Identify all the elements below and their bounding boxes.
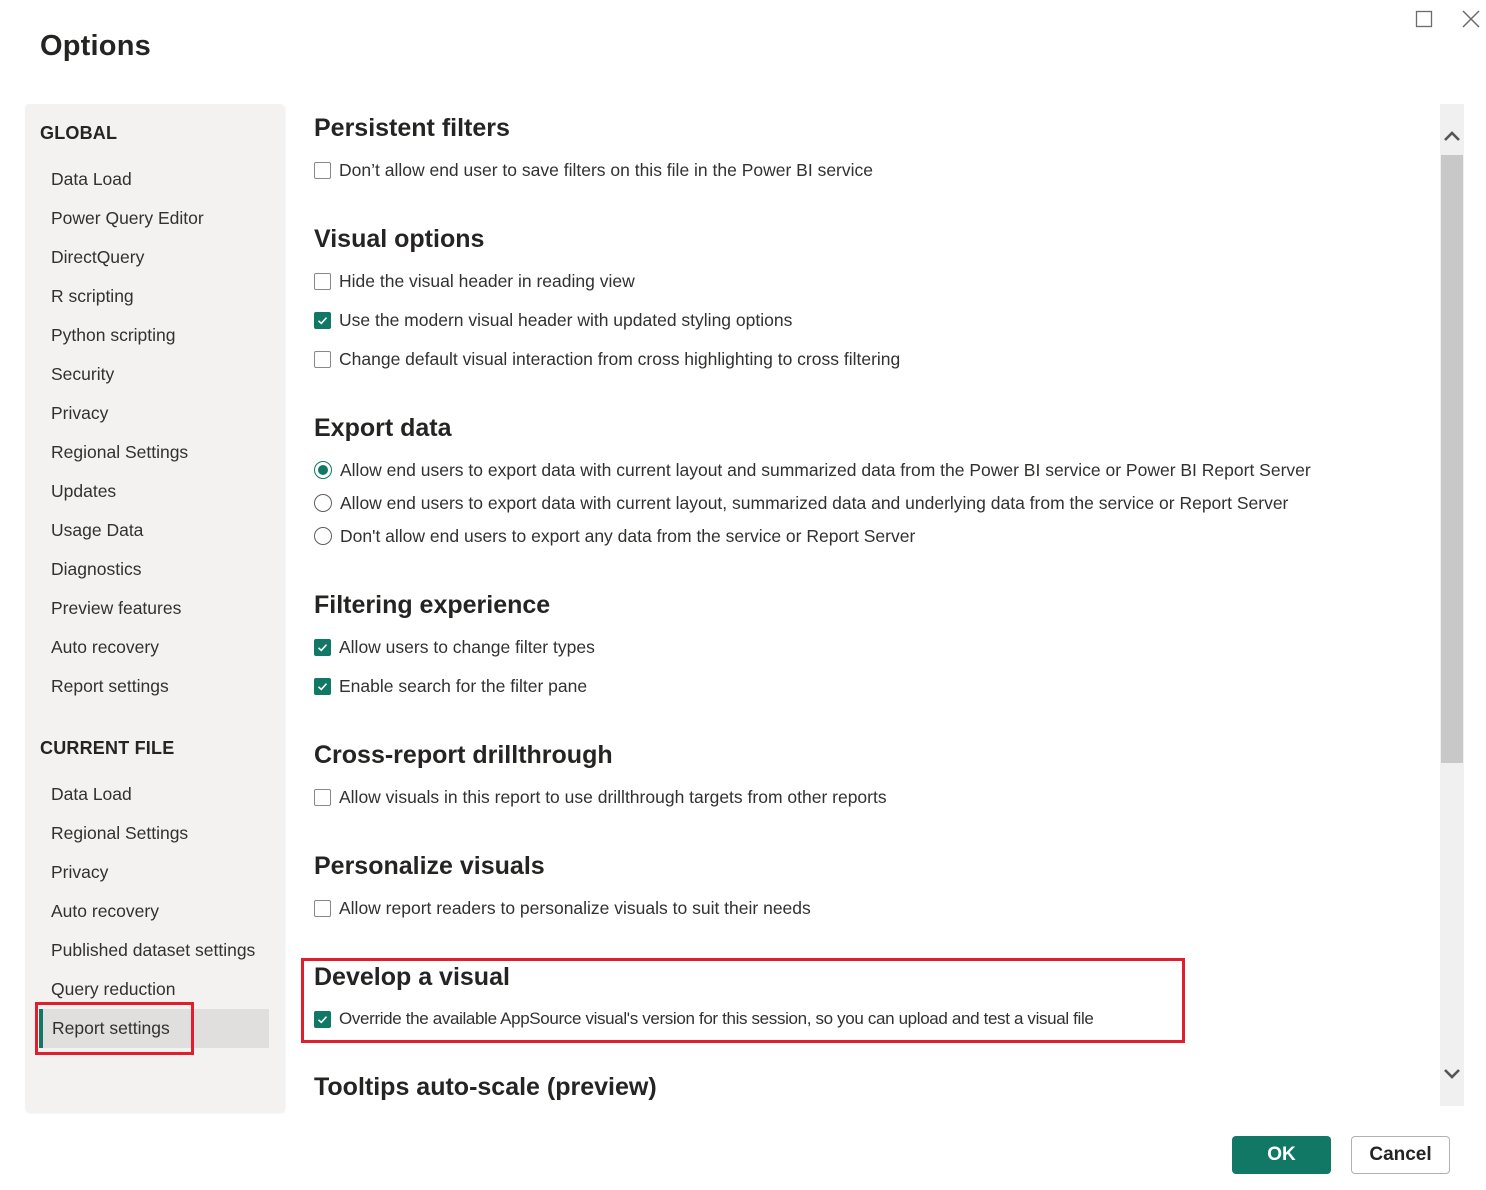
option-change-filter-types[interactable]: Allow users to change filter types — [314, 635, 595, 659]
section-title-persistent-filters: Persistent filters — [314, 114, 510, 142]
section-title-cross-report-drillthrough: Cross-report drillthrough — [314, 741, 613, 769]
maximize-icon — [1415, 10, 1433, 28]
sidebar-item-current-report-settings[interactable]: Report settings — [39, 1009, 269, 1048]
sidebar-heading-global: GLOBAL — [40, 123, 118, 143]
option-cross-filtering-default[interactable]: Change default visual interaction from c… — [314, 347, 900, 371]
cancel-button[interactable]: Cancel — [1351, 1136, 1450, 1174]
content-scrollbar[interactable] — [1440, 104, 1464, 1106]
sidebar-item-current-query-reduction[interactable]: Query reduction — [39, 970, 269, 1009]
radio-button[interactable] — [314, 494, 332, 512]
sidebar-item-current-auto-recovery[interactable]: Auto recovery — [39, 892, 269, 931]
sidebar-item-current-regional-settings[interactable]: Regional Settings — [39, 814, 269, 853]
checkmark-icon — [317, 643, 328, 652]
ok-button[interactable]: OK — [1232, 1136, 1331, 1174]
section-title-personalize-visuals: Personalize visuals — [314, 852, 545, 880]
section-title-visual-options: Visual options — [314, 225, 485, 253]
close-button[interactable] — [1458, 8, 1482, 32]
option-cross-report-drillthrough[interactable]: Allow visuals in this report to use dril… — [314, 785, 887, 809]
checkbox-checked[interactable] — [314, 1010, 331, 1028]
section-title-export-data: Export data — [314, 414, 452, 442]
sidebar-item-current-data-load[interactable]: Data Load — [39, 775, 269, 814]
chevron-up-icon — [1444, 131, 1460, 141]
checkbox[interactable] — [314, 350, 331, 368]
settings-content: Persistent filters Don’t allow end user … — [286, 104, 1438, 1108]
sidebar-item-global-updates[interactable]: Updates — [39, 472, 269, 511]
checkmark-icon — [317, 1015, 328, 1024]
option-override-appsource-version[interactable]: Override the available AppSource visual'… — [314, 1007, 1094, 1031]
sidebar-item-global-directquery[interactable]: DirectQuery — [39, 238, 269, 277]
chevron-down-icon — [1444, 1069, 1460, 1079]
scroll-thumb[interactable] — [1441, 155, 1463, 763]
checkbox[interactable] — [314, 899, 331, 917]
sidebar-item-global-r-scripting[interactable]: R scripting — [39, 277, 269, 316]
maximize-button[interactable] — [1412, 8, 1436, 32]
scroll-down-button[interactable] — [1440, 1064, 1464, 1084]
radio-button[interactable] — [314, 527, 332, 545]
sidebar-item-global-python-scripting[interactable]: Python scripting — [39, 316, 269, 355]
close-icon — [1462, 10, 1480, 28]
checkbox-checked[interactable] — [314, 638, 331, 656]
checkbox-checked[interactable] — [314, 677, 331, 695]
sidebar-item-global-data-load[interactable]: Data Load — [39, 160, 269, 199]
dialog-title: Options — [40, 30, 151, 62]
checkbox[interactable] — [314, 788, 331, 806]
sidebar-item-global-usage-data[interactable]: Usage Data — [39, 511, 269, 550]
section-title-develop-a-visual: Develop a visual — [314, 963, 510, 991]
section-title-filtering-experience: Filtering experience — [314, 591, 551, 619]
option-hide-visual-header[interactable]: Hide the visual header in reading view — [314, 269, 635, 293]
sidebar-item-global-diagnostics[interactable]: Diagnostics — [39, 550, 269, 589]
sidebar-item-global-auto-recovery[interactable]: Auto recovery — [39, 628, 269, 667]
option-disallow-save-filters[interactable]: Don’t allow end user to save filters on … — [314, 158, 873, 182]
sidebar-item-global-regional-settings[interactable]: Regional Settings — [39, 433, 269, 472]
checkbox[interactable] — [314, 272, 331, 290]
checkbox-checked[interactable] — [314, 311, 331, 329]
sidebar-heading-current-file: CURRENT FILE — [40, 738, 175, 758]
radio-export-underlying[interactable]: Allow end users to export data with curr… — [314, 491, 1288, 515]
checkbox[interactable] — [314, 161, 331, 179]
radio-button-selected[interactable] — [314, 461, 332, 479]
scroll-up-button[interactable] — [1440, 126, 1464, 146]
sidebar-item-global-preview-features[interactable]: Preview features — [39, 589, 269, 628]
section-title-tooltips-auto-scale: Tooltips auto-scale (preview) — [314, 1073, 657, 1101]
sidebar-item-global-privacy[interactable]: Privacy — [39, 394, 269, 433]
radio-export-none[interactable]: Don't allow end users to export any data… — [314, 524, 915, 548]
sidebar-item-current-privacy[interactable]: Privacy — [39, 853, 269, 892]
option-modern-visual-header[interactable]: Use the modern visual header with update… — [314, 308, 792, 332]
radio-export-summarized[interactable]: Allow end users to export data with curr… — [314, 458, 1311, 482]
checkmark-icon — [317, 316, 328, 325]
option-filter-pane-search[interactable]: Enable search for the filter pane — [314, 674, 587, 698]
sidebar-item-global-power-query-editor[interactable]: Power Query Editor — [39, 199, 269, 238]
sidebar-item-global-report-settings[interactable]: Report settings — [39, 667, 269, 706]
option-personalize-visuals[interactable]: Allow report readers to personalize visu… — [314, 896, 811, 920]
options-sidebar: GLOBAL Data Load Power Query Editor Dire… — [25, 104, 284, 1112]
checkmark-icon — [317, 682, 328, 691]
sidebar-item-global-security[interactable]: Security — [39, 355, 269, 394]
sidebar-item-current-published-dataset-settings[interactable]: Published dataset settings — [39, 931, 269, 970]
